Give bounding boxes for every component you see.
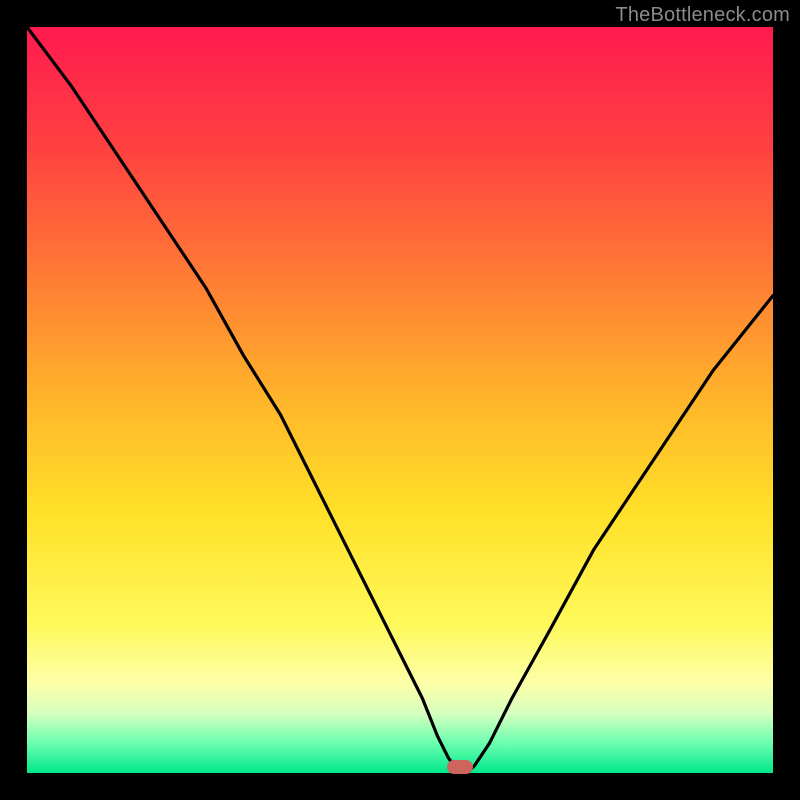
curve-svg [27, 27, 773, 773]
optimum-marker [447, 760, 473, 774]
chart-frame: TheBottleneck.com [0, 0, 800, 800]
bottleneck-curve [27, 27, 773, 773]
watermark-text: TheBottleneck.com [615, 4, 790, 27]
plot-area [27, 27, 773, 773]
